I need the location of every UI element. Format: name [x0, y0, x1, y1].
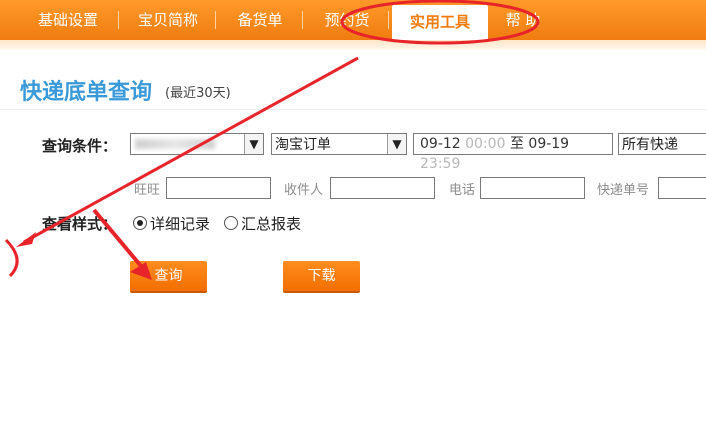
red-annotation-overlay — [4, 0, 540, 280]
highlight-ellipse — [340, 0, 540, 45]
pointer-arrow-line — [92, 208, 148, 274]
arrow-line — [23, 56, 359, 244]
partial-ellipse-arc — [4, 238, 19, 278]
arrow-head — [16, 232, 36, 247]
